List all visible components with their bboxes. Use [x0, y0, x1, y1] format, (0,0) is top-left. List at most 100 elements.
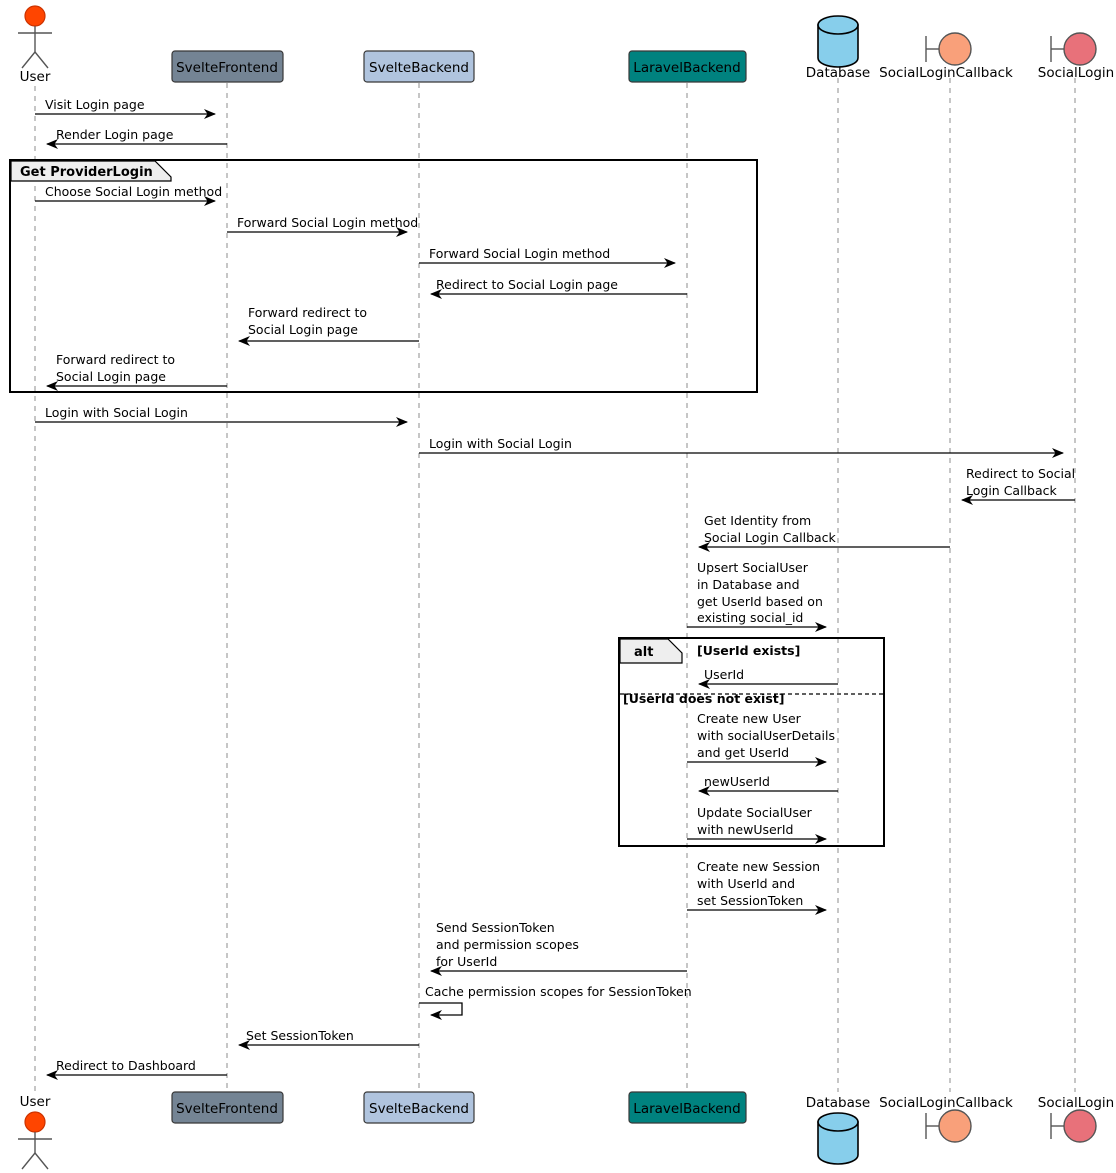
database-cylinder-icon — [817, 15, 859, 68]
message-label-line2: with newUserId — [697, 822, 793, 837]
participant-label: Database — [806, 65, 870, 81]
message-label-line2: Social Login page — [248, 322, 358, 337]
message-choose-social-login-method[interactable]: Choose Social Login method — [35, 184, 222, 206]
message-label-line1: Upsert SocialUser — [697, 560, 809, 575]
participant-label: SocialLogin — [1038, 65, 1114, 81]
message-label: Cache permission scopes for SessionToken — [425, 984, 692, 999]
message-visit-login-page[interactable]: Visit Login page — [35, 97, 216, 119]
message-label-line1: Redirect to Social — [966, 466, 1075, 481]
message-label-line3: for UserId — [436, 954, 497, 969]
participant-label: SocialLoginCallback — [879, 1095, 1013, 1111]
message-newuserid[interactable]: newUserId — [698, 774, 838, 796]
message-label: Redirect to Dashboard — [56, 1058, 196, 1073]
message-label-line1: Forward redirect to — [56, 352, 175, 367]
message-upsert-socialuser[interactable]: Upsert SocialUser in Database and get Us… — [687, 560, 827, 632]
message-label-line1: Create new Session — [697, 859, 820, 874]
participant-sociallogincallback-top[interactable]: SocialLoginCallback — [879, 32, 1013, 81]
participant-label: User — [20, 1094, 51, 1110]
message-forward-redirect-to-social-login-page-2[interactable]: Forward redirect to Social Login page — [46, 352, 227, 391]
messages-group: Visit Login page Render Login page Choos… — [35, 97, 1075, 1080]
participant-label: SvelteFrontend — [176, 1101, 278, 1117]
participant-label: SvelteBackend — [369, 1101, 469, 1117]
participant-user-bottom[interactable]: User — [18, 1094, 52, 1170]
message-login-with-social-login-2[interactable]: Login with Social Login — [419, 436, 1064, 458]
message-label-line1: Get Identity from — [704, 513, 811, 528]
fragment-guard-1: [UserId exists] — [697, 643, 800, 658]
message-login-with-social-login-1[interactable]: Login with Social Login — [35, 405, 408, 427]
participant-laravelbackend-bottom[interactable]: LaravelBackend — [628, 1091, 747, 1124]
participant-label: Database — [806, 1095, 870, 1111]
message-redirect-to-dashboard[interactable]: Redirect to Dashboard — [46, 1058, 227, 1080]
message-render-login-page[interactable]: Render Login page — [46, 127, 227, 149]
message-update-socialuser[interactable]: Update SocialUser with newUserId — [687, 805, 827, 844]
participant-sveltefrontend-bottom[interactable]: SvelteFrontend — [171, 1091, 284, 1124]
participant-label: LaravelBackend — [633, 1101, 740, 1117]
message-label-line3: get UserId based on — [697, 594, 823, 609]
participant-label: SocialLoginCallback — [879, 65, 1013, 81]
message-label-line1: Forward redirect to — [248, 305, 367, 320]
message-label-line2: Login Callback — [966, 483, 1057, 498]
message-userid[interactable]: UserId — [698, 667, 838, 689]
message-set-sessiontoken[interactable]: Set SessionToken — [238, 1028, 419, 1050]
actor-head-icon — [24, 5, 46, 27]
database-cylinder-icon — [817, 1112, 859, 1165]
message-label-line2: Social Login page — [56, 369, 166, 384]
message-redirect-to-social-login-page[interactable]: Redirect to Social Login page — [430, 277, 687, 299]
fragment-operator-label: alt — [634, 645, 653, 660]
participant-database-top[interactable]: Database — [806, 15, 870, 81]
message-create-new-session[interactable]: Create new Session with UserId and set S… — [687, 859, 827, 915]
actor-leg-left-icon — [21, 1152, 36, 1170]
message-create-new-user[interactable]: Create new User with socialUserDetails a… — [687, 711, 835, 767]
participant-sociallogin-bottom[interactable]: SocialLogin — [1038, 1095, 1114, 1143]
message-label: Redirect to Social Login page — [436, 277, 618, 292]
sequence-diagram-canvas: Get ProviderLogin alt [UserId exists] [U… — [9, 5, 1114, 1170]
participant-sociallogin-top[interactable]: SocialLogin — [1038, 32, 1114, 81]
message-label-line4: existing social_id — [697, 610, 803, 625]
message-label-line1: Update SocialUser — [697, 805, 813, 820]
participant-label: LaravelBackend — [633, 60, 740, 76]
participant-sveltefrontend-top[interactable]: SvelteFrontend — [171, 50, 284, 83]
message-label-line2: in Database and — [697, 577, 800, 592]
actor-leg-right-icon — [34, 1152, 49, 1170]
participant-label: SvelteFrontend — [176, 60, 278, 76]
entity-circle-icon — [925, 32, 972, 66]
message-label: UserId — [704, 667, 744, 682]
participant-label: SocialLogin — [1038, 1095, 1114, 1111]
message-label-line1: Create new User — [697, 711, 802, 726]
actor-head-icon — [24, 1111, 46, 1133]
message-forward-social-login-method-1[interactable]: Forward Social Login method — [227, 215, 418, 237]
message-label: Forward Social Login method — [429, 246, 610, 261]
entity-circle-icon — [925, 1109, 972, 1143]
message-label-line2: Social Login Callback — [704, 530, 837, 545]
message-label-line3: set SessionToken — [697, 893, 803, 908]
participant-laravelbackend-top[interactable]: LaravelBackend — [628, 50, 747, 83]
actor-leg-left-icon — [21, 51, 36, 69]
message-label-line3: and get UserId — [697, 745, 789, 760]
participant-sveltebackend-top[interactable]: SvelteBackend — [363, 50, 475, 83]
message-forward-redirect-to-social-login-page-1[interactable]: Forward redirect to Social Login page — [238, 305, 419, 346]
message-label-line2: with socialUserDetails — [697, 728, 835, 743]
message-label: Render Login page — [56, 127, 174, 142]
participant-sveltebackend-bottom[interactable]: SvelteBackend — [363, 1091, 475, 1124]
participant-database-bottom[interactable]: Database — [806, 1095, 870, 1165]
message-get-identity-from-social-login-callback[interactable]: Get Identity from Social Login Callback — [698, 513, 950, 552]
message-forward-social-login-method-2[interactable]: Forward Social Login method — [419, 246, 676, 268]
actor-leg-right-icon — [34, 51, 49, 69]
entity-circle-icon — [1050, 1109, 1097, 1143]
participant-sociallogincallback-bottom[interactable]: SocialLoginCallback — [879, 1095, 1013, 1143]
message-label: Visit Login page — [45, 97, 145, 112]
message-send-sessiontoken[interactable]: Send SessionToken and permission scopes … — [430, 920, 687, 976]
sequence-diagram-root: Get ProviderLogin alt [UserId exists] [U… — [0, 0, 1116, 1173]
message-label: Login with Social Login — [45, 405, 188, 420]
message-redirect-to-social-login-callback[interactable]: Redirect to Social Login Callback — [961, 466, 1075, 505]
participant-label: User — [20, 69, 51, 85]
participant-label: SvelteBackend — [369, 60, 469, 76]
message-label: Forward Social Login method — [237, 215, 418, 230]
message-label: Set SessionToken — [246, 1028, 354, 1043]
message-label: Login with Social Login — [429, 436, 572, 451]
entity-circle-icon — [1050, 32, 1097, 66]
message-label: Choose Social Login method — [45, 184, 222, 199]
message-cache-permission-scopes-self[interactable]: Cache permission scopes for SessionToken — [419, 984, 692, 1020]
participant-user-top[interactable]: User — [18, 5, 52, 85]
fragment-guard-2: [UserId does not exist] — [623, 691, 784, 706]
